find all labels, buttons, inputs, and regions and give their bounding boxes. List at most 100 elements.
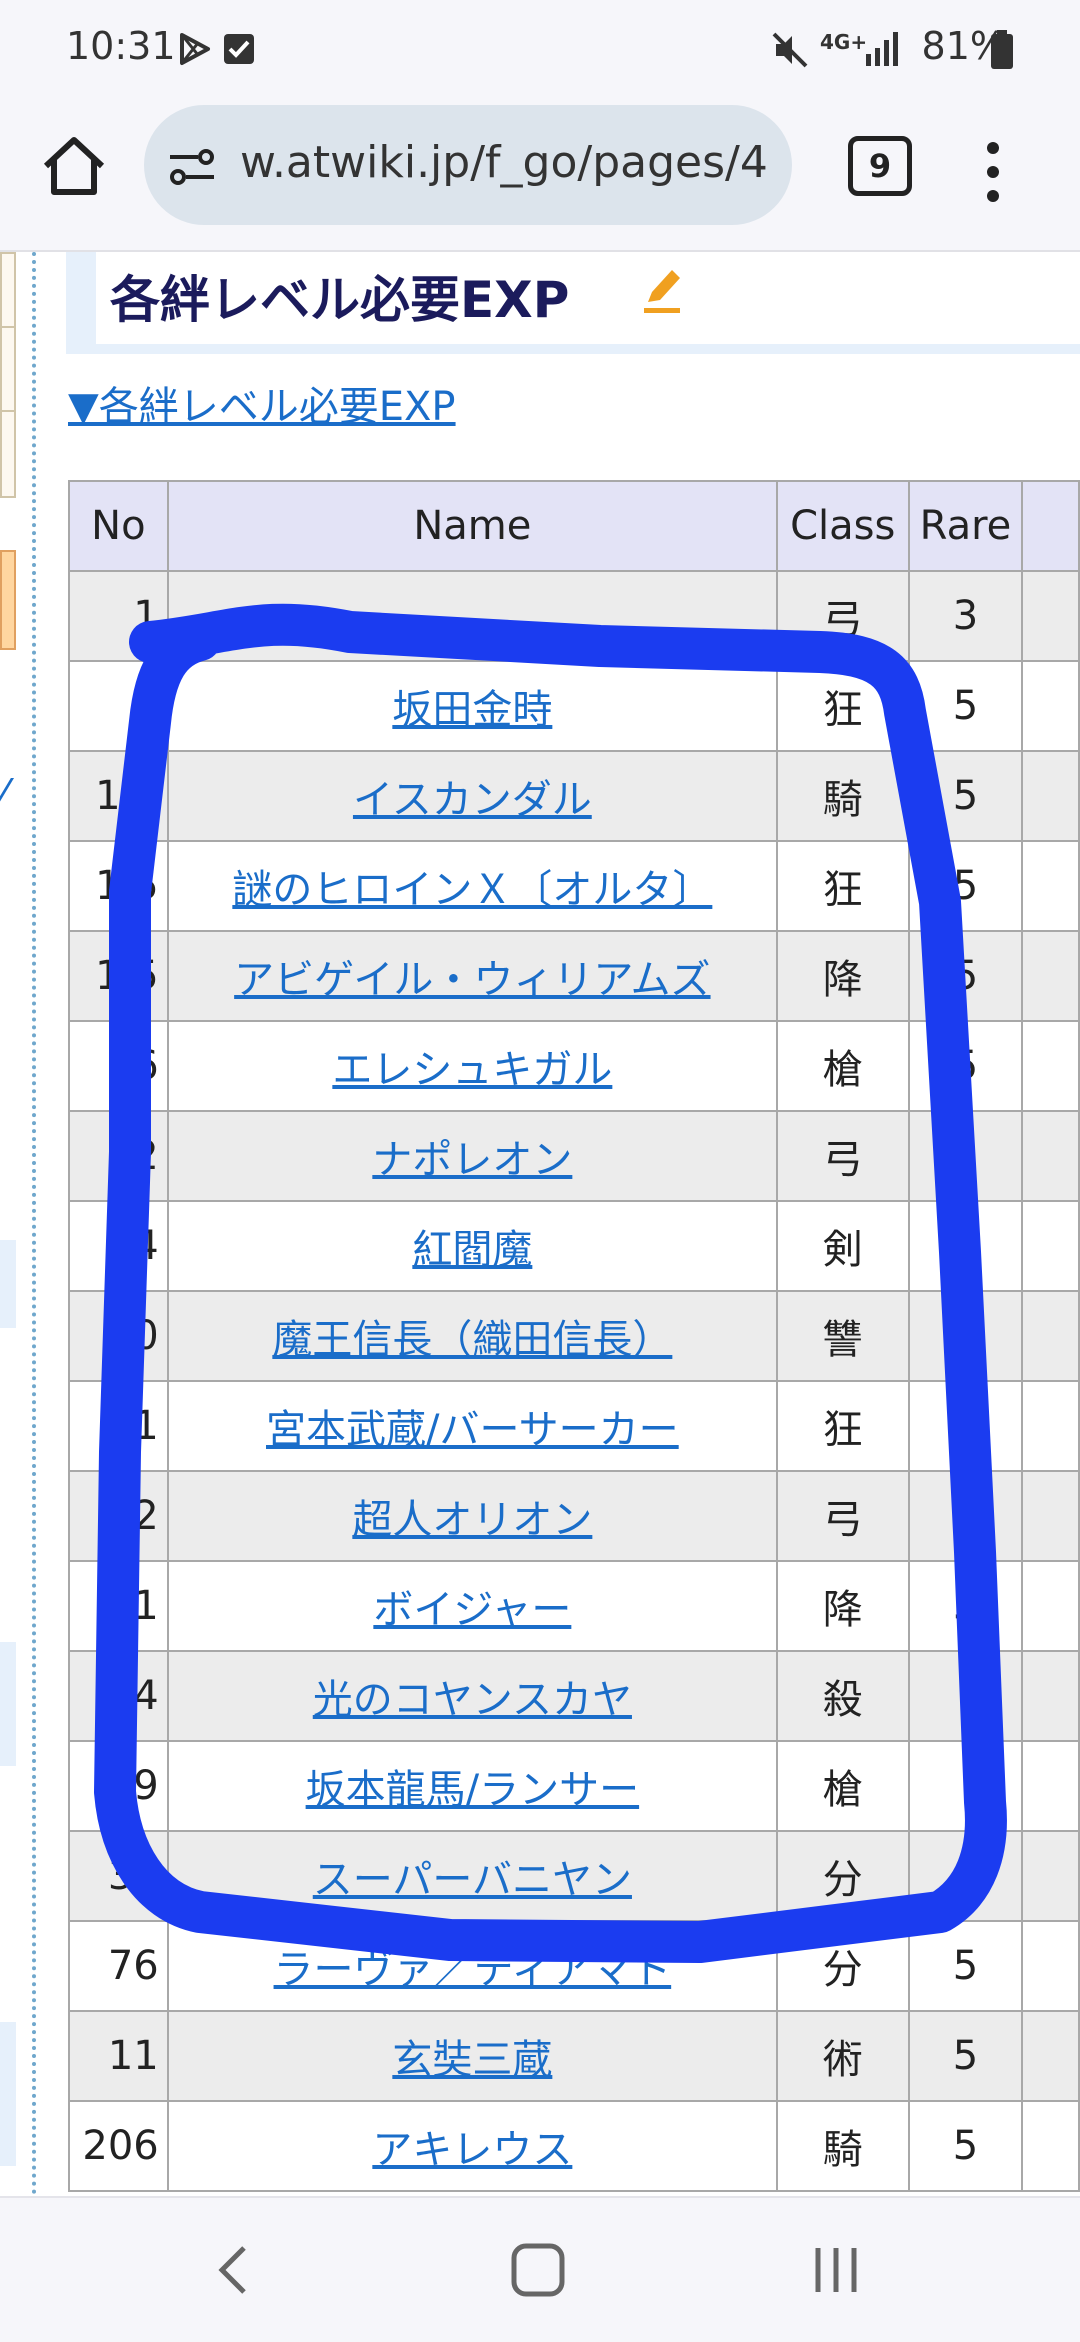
cell-overflow: [1021, 2100, 1080, 2192]
cell-rare: 5: [907, 930, 1024, 1022]
table-row: 39 スーパーバニヤン 分: [68, 1830, 1080, 1922]
cell-overflow: [1021, 570, 1080, 662]
sidebar-box: [0, 1642, 16, 1766]
more-menu-icon[interactable]: [978, 140, 1008, 204]
signal-icon: [866, 32, 898, 66]
table-row: 坂田金時 狂 5: [68, 660, 1080, 752]
sidebar-link-fragment[interactable]: ⁄: [0, 772, 7, 818]
cell-class: 槍: [775, 1740, 910, 1832]
status-time: 10:31: [66, 24, 176, 68]
cell-rare: 5: [907, 660, 1024, 752]
table-row: 206 アキレウス 騎 5: [68, 2100, 1080, 2192]
servant-link[interactable]: ボイジャー: [373, 1587, 571, 1633]
table-row: 1 5 アビゲイル・ウィリアムズ 降 5: [68, 930, 1080, 1022]
address-bar[interactable]: w.atwiki.jp/f_go/pages/4: [144, 105, 792, 225]
column-header-name[interactable]: Name: [166, 480, 778, 572]
cell-overflow: [1021, 1380, 1080, 1472]
browser-toolbar: w.atwiki.jp/f_go/pages/4 9: [0, 100, 1080, 252]
back-icon[interactable]: [200, 2238, 272, 2302]
cell-class: 騎: [775, 750, 910, 842]
servant-link[interactable]: ナポレオン: [372, 1137, 572, 1183]
cell-rare: 5: [907, 1110, 1024, 1202]
cell-no: 76: [68, 1920, 169, 2012]
cell-rare: 5: [907, 2100, 1024, 2192]
cell-overflow: [1021, 1470, 1080, 1562]
cell-class: 讐: [775, 1290, 910, 1382]
recent-apps-icon[interactable]: [800, 2238, 872, 2302]
page-title: 各絆レベル必要EXP: [110, 271, 570, 329]
cell-name: 坂田金時: [166, 660, 778, 752]
cell-overflow: [1021, 660, 1080, 752]
cell-rare: [907, 1650, 1024, 1742]
table-row: 50 魔王信長（織田信長） 讐 5: [68, 1290, 1080, 1382]
servant-link[interactable]: 超人オリオン: [352, 1497, 592, 1543]
servant-link[interactable]: 魔王信長（織田信長）: [272, 1317, 672, 1363]
servant-link[interactable]: 坂本龍馬/ランサー: [306, 1767, 639, 1813]
servant-link[interactable]: 光のコヤンスカヤ: [313, 1677, 632, 1723]
column-header-no[interactable]: No: [68, 480, 169, 572]
cell-overflow: [1021, 1830, 1080, 1922]
table-row: 31 ボイジャー 降 5: [68, 1560, 1080, 1652]
cell-rare: [907, 1740, 1024, 1832]
servant-link[interactable]: ラーヴァ／ティアマト: [274, 1947, 672, 1993]
servant-link[interactable]: 謎のヒロインＸ〔オルタ〕: [232, 867, 712, 913]
servant-link[interactable]: アキレウス: [372, 2127, 572, 2173]
cell-class: 狂: [775, 840, 910, 932]
anchor-link-bond-exp[interactable]: ▼各絆レベル必要EXP: [68, 374, 456, 432]
cell-class: 分: [775, 1920, 910, 2012]
site-settings-icon[interactable]: [168, 147, 216, 187]
edit-icon[interactable]: [642, 264, 686, 316]
cell-name: 紅閻魔: [166, 1200, 778, 1292]
home-icon[interactable]: [36, 128, 112, 204]
servant-link[interactable]: アビゲイル・ウィリアムズ: [234, 957, 710, 1003]
home-nav-icon[interactable]: [502, 2238, 574, 2302]
cell-name: エレシュキガル: [166, 1020, 778, 1112]
section-heading: 各絆レベル必要EXP: [66, 252, 1080, 354]
cell-overflow: [1021, 930, 1080, 1022]
servant-link[interactable]: エレシュキガル: [332, 1047, 612, 1093]
cell-rare: [907, 1830, 1024, 1922]
column-header-class[interactable]: Class: [775, 480, 910, 572]
cell-name: 玄奘三蔵: [166, 2010, 778, 2102]
cell-class: 術: [775, 2010, 910, 2102]
table-row: 6 エレシュキガル 槍 5: [68, 1020, 1080, 1112]
checkbox-icon: [224, 34, 254, 64]
cell-no: 11: [68, 2010, 169, 2102]
table-row: 29 坂本龍馬/ランサー 槍: [68, 1740, 1080, 1832]
table-row: 1 8 イスカンダル 騎 5: [68, 750, 1080, 842]
table-header-row: No Name Class Rare: [68, 480, 1080, 572]
tab-count-button[interactable]: 9: [848, 136, 912, 196]
cell-name: 宮本武蔵/バーサーカー: [166, 1380, 778, 1472]
battery-icon: [991, 30, 1013, 69]
cell-overflow: [1021, 1020, 1080, 1112]
url-text[interactable]: w.atwiki.jp/f_go/pages/4: [240, 137, 768, 188]
cell-overflow: [1021, 1200, 1080, 1292]
table-row: 61 宮本武蔵/バーサーカー 狂 5: [68, 1380, 1080, 1472]
cell-class: 剣: [775, 1200, 910, 1292]
cell-rare: 5: [907, 1020, 1024, 1112]
cell-no: 50: [68, 1290, 169, 1382]
sidebar-box-highlight[interactable]: [0, 550, 16, 650]
servant-link[interactable]: スーパーバニヤン: [313, 1857, 632, 1903]
table-row: 72 超人オリオン 弓 5: [68, 1470, 1080, 1562]
servant-link[interactable]: 紅閻魔: [412, 1227, 532, 1273]
servant-link[interactable]: イスカンダル: [353, 777, 592, 823]
cell-rare: 5: [907, 2010, 1024, 2102]
cell-class: 狂: [775, 660, 910, 752]
servant-link[interactable]: 玄奘三蔵: [392, 2037, 552, 2083]
table-row: 2 ナポレオン 弓 5: [68, 1110, 1080, 1202]
table-row: 1 弓3: [68, 570, 1080, 662]
cell-class: 騎: [775, 2100, 910, 2192]
sidebar-box: [0, 252, 16, 330]
cell-overflow: [1021, 840, 1080, 932]
column-header-rare[interactable]: Rare: [907, 480, 1024, 572]
servant-link[interactable]: 坂田金時: [392, 687, 552, 733]
cell-overflow: [1021, 2010, 1080, 2102]
sidebar-strip: [0, 252, 36, 2196]
column-header-overflow: [1021, 480, 1080, 572]
servant-link[interactable]: 宮本武蔵/バーサーカー: [266, 1407, 679, 1453]
cell-rare: 5: [907, 1200, 1024, 1292]
cell-rare: 5: [907, 1920, 1024, 2012]
cell-rare: 5: [907, 750, 1024, 842]
cell-class: 分: [775, 1830, 910, 1922]
